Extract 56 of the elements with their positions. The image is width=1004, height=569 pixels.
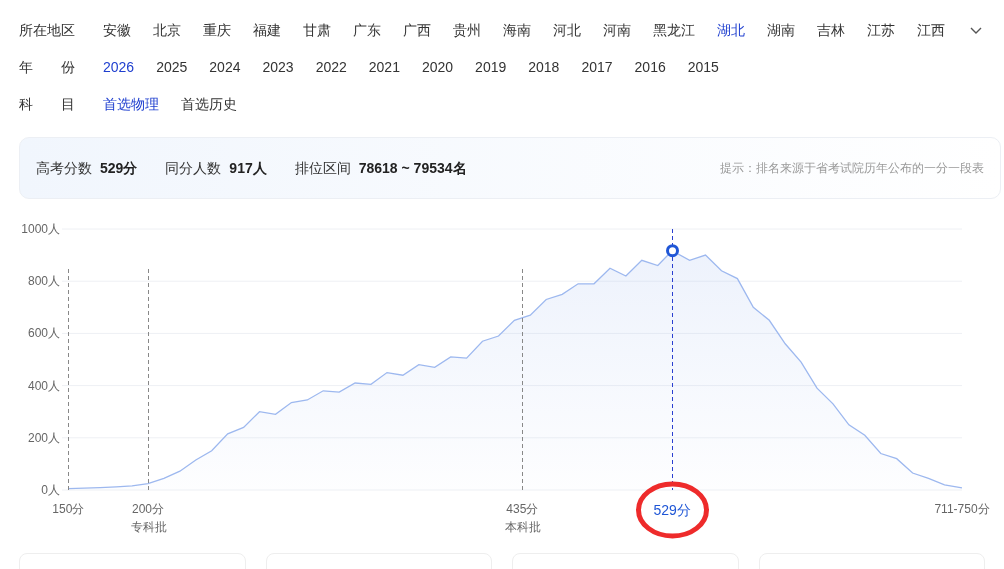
stat-label: 排位区间: [294, 158, 351, 178]
filter-option[interactable]: 吉林: [817, 20, 845, 41]
filter-option[interactable]: 江苏: [867, 20, 895, 41]
chevron-down-icon[interactable]: [970, 26, 982, 35]
filter-option[interactable]: 河南: [603, 20, 631, 41]
batch-label: 本科批: [504, 520, 541, 534]
x-axis-label: 200分: [132, 502, 165, 516]
y-axis-label: 600人: [27, 326, 60, 341]
stat-label: 高考分数: [36, 158, 92, 178]
filter-option[interactable]: 海南: [503, 20, 531, 41]
filter-option[interactable]: 首选物理: [103, 94, 159, 115]
filter-option[interactable]: 广东: [353, 20, 381, 41]
filter-option[interactable]: 甘肃: [303, 20, 331, 41]
filter-option[interactable]: 重庆: [203, 20, 231, 41]
stat-value: 78618 ~ 79534名: [358, 158, 467, 178]
stat-value: 529分: [100, 158, 138, 178]
filter-option[interactable]: 2019: [475, 57, 507, 78]
filter-option[interactable]: 黑龙江: [653, 20, 695, 41]
score-marker: [666, 244, 679, 258]
filter-option[interactable]: 2026: [103, 57, 135, 78]
y-axis-label: 0人: [41, 483, 60, 497]
filter-option[interactable]: 湖北: [717, 20, 745, 41]
filter-option[interactable]: 广西: [403, 20, 431, 41]
y-axis-label: 1000人: [21, 222, 60, 236]
filter-option[interactable]: 2018: [528, 57, 560, 78]
hint-text: 提示：排名来源于省考试院历年公布的一分一段表: [720, 160, 984, 177]
filter-option[interactable]: 2025: [156, 57, 188, 78]
filter-option[interactable]: 2023: [262, 57, 294, 78]
filter-option[interactable]: 2016: [634, 57, 666, 78]
x-axis-label: 529分: [653, 502, 691, 518]
x-axis-label: 711-750分: [934, 502, 990, 516]
filter-option[interactable]: 北京: [153, 20, 181, 41]
filter-option[interactable]: 2022: [315, 57, 347, 78]
filter-option[interactable]: 2015: [687, 57, 719, 78]
filter-label: 科目: [19, 95, 75, 114]
filter-label: 年份: [19, 58, 75, 77]
filter-option[interactable]: 江西: [917, 20, 945, 41]
filter-option[interactable]: 2021: [368, 57, 400, 78]
filter-option[interactable]: 湖南: [767, 20, 795, 41]
filter-option[interactable]: 河北: [553, 20, 581, 41]
stat-label: 同分人数: [165, 158, 222, 178]
filter-option[interactable]: 2024: [209, 57, 241, 78]
y-axis-label: 400人: [27, 378, 60, 393]
y-axis-label: 200人: [27, 430, 60, 445]
batch-label: 专科批: [130, 520, 167, 534]
filter-option[interactable]: 安徽: [103, 20, 131, 41]
y-axis-label: 800人: [27, 274, 60, 289]
filter-option[interactable]: 福建: [253, 20, 281, 41]
filter-option[interactable]: 2020: [421, 57, 454, 78]
x-axis-label: 435分: [506, 502, 539, 516]
filter-label: 所在地区: [19, 21, 75, 40]
filter-option[interactable]: 首选历史: [181, 94, 237, 115]
filter-option[interactable]: 2017: [581, 57, 613, 78]
filter-option[interactable]: 贵州: [453, 20, 481, 41]
x-axis-label: 150分: [52, 502, 85, 516]
stat-value: 917人: [229, 158, 267, 178]
